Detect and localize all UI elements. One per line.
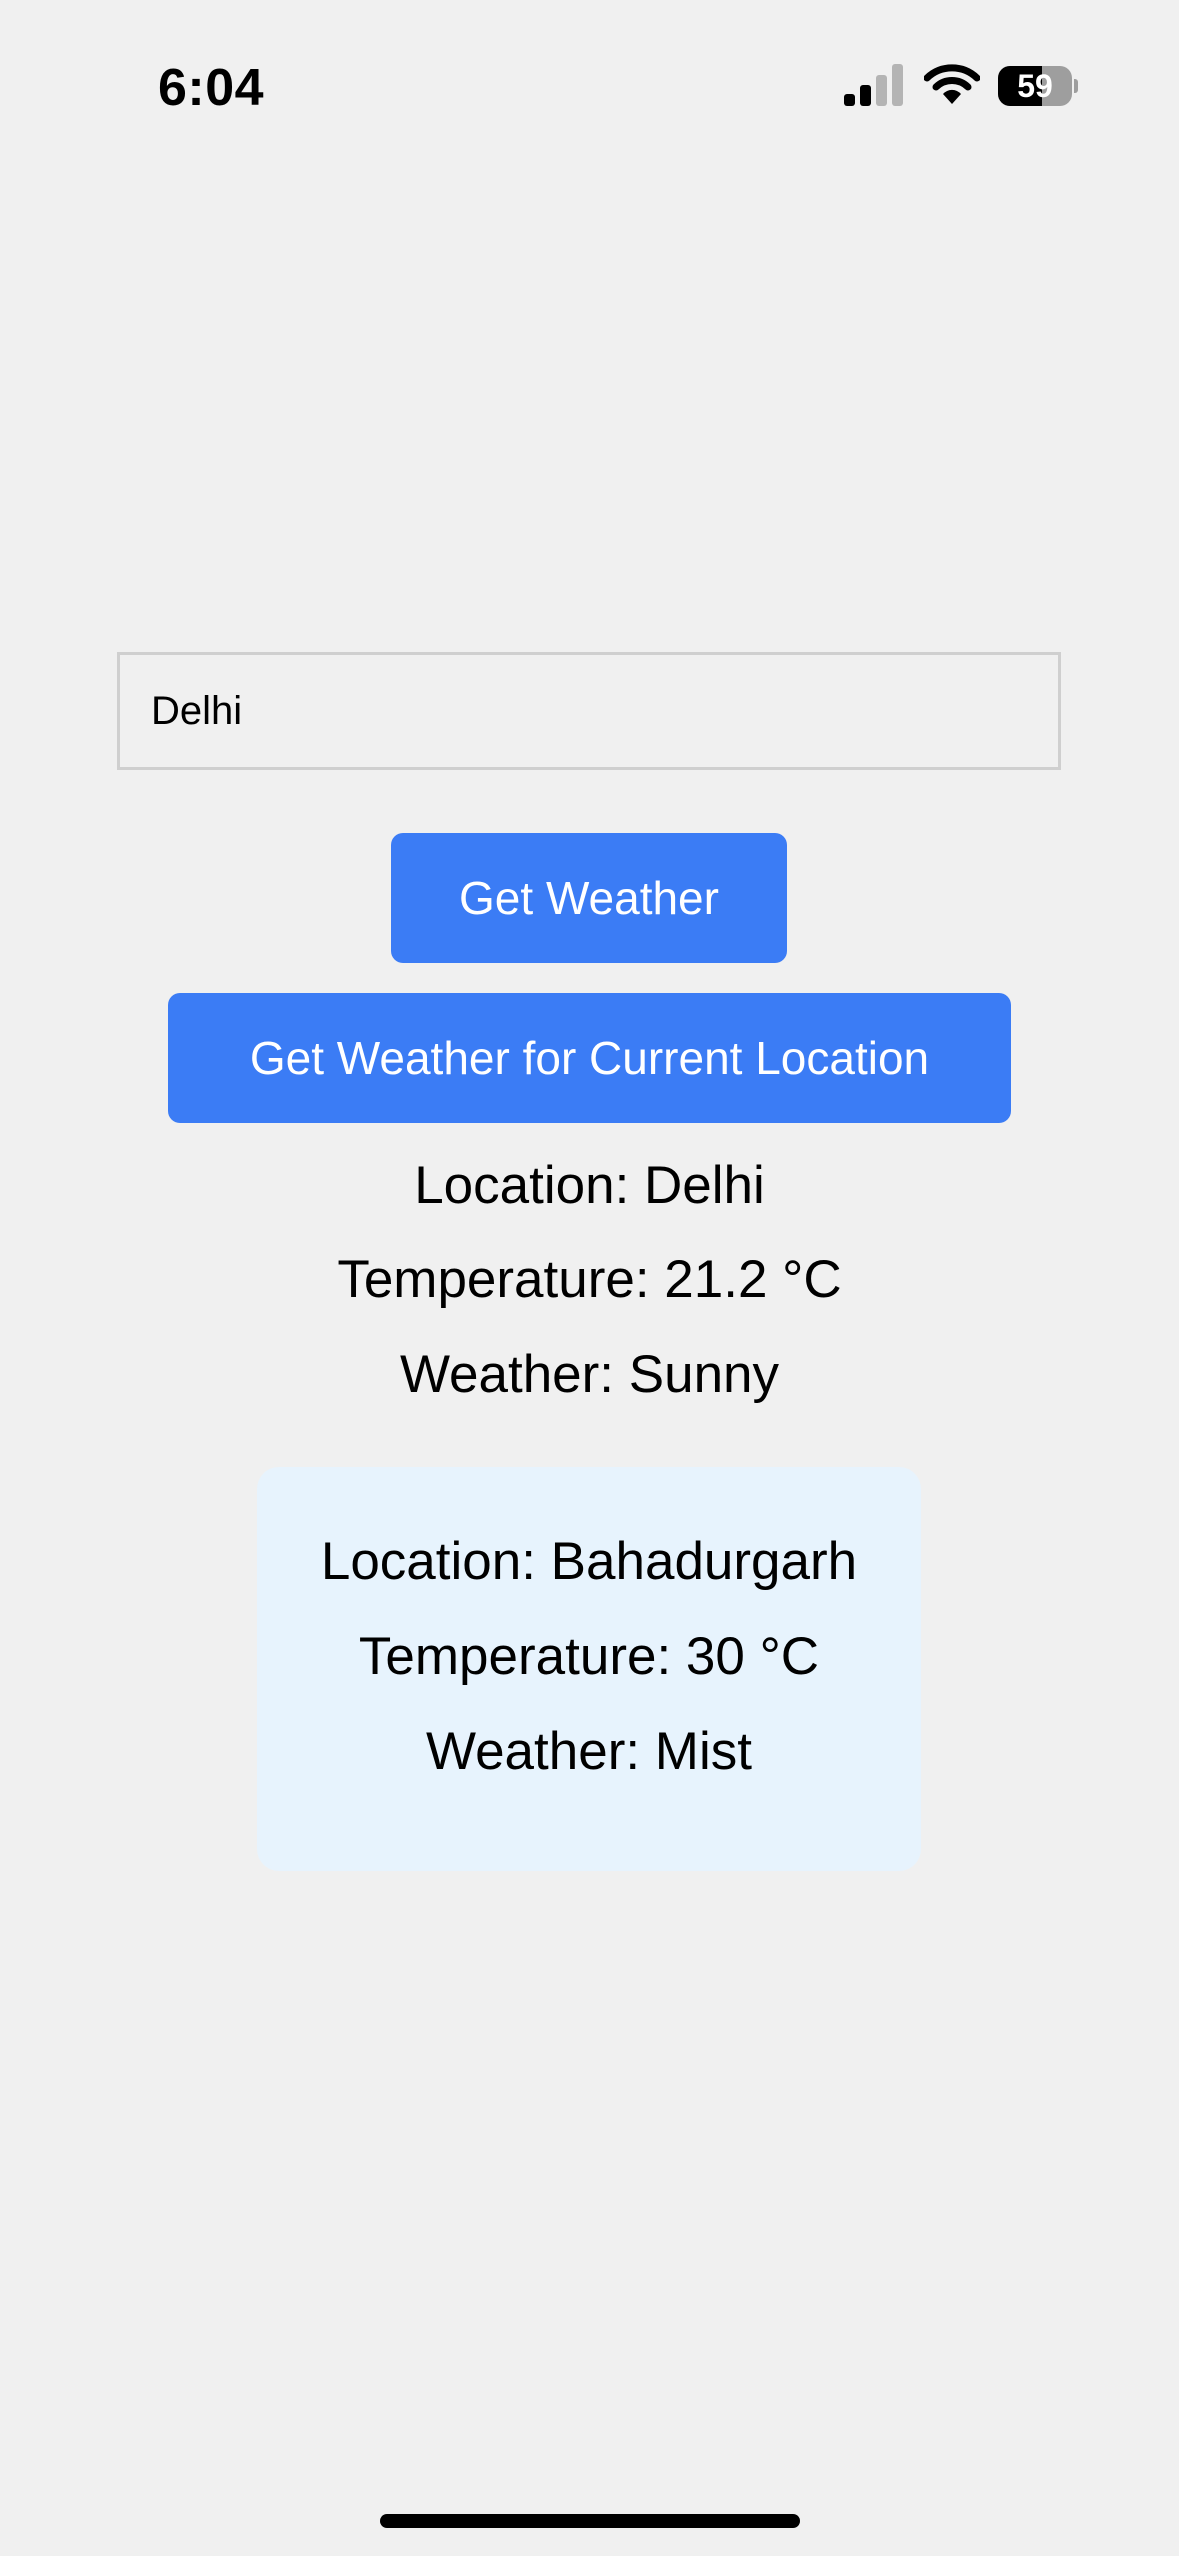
battery-body: 59 [998,66,1072,106]
city-input[interactable] [117,652,1061,770]
signal-bar-2 [860,85,871,106]
status-time: 6:04 [158,59,265,117]
result-temperature: Temperature: 21.2 °C [337,1250,842,1309]
signal-bar-1 [844,94,855,106]
signal-bar-3 [876,75,887,106]
battery-level: 59 [1017,68,1053,104]
card-temperature: Temperature: 30 °C [358,1627,820,1686]
battery-icon: 59 [998,66,1078,106]
card-location: Location: Bahadurgarh [320,1532,858,1591]
signal-bar-4 [892,64,903,106]
current-location-weather-card: Location: Bahadurgarh Temperature: 30 °C… [257,1467,921,1871]
home-indicator[interactable] [380,2514,800,2528]
status-bar: 6:04 59 [0,0,1179,150]
result-location: Location: Delhi [414,1156,765,1215]
current-location-weather-button[interactable]: Get Weather for Current Location [168,993,1011,1123]
get-weather-button[interactable]: Get Weather [391,833,787,963]
card-weather: Weather: Mist [426,1722,752,1781]
cellular-signal-icon [844,64,903,106]
battery-cap [1074,79,1078,93]
result-weather: Weather: Sunny [399,1345,780,1404]
wifi-icon [924,64,980,104]
